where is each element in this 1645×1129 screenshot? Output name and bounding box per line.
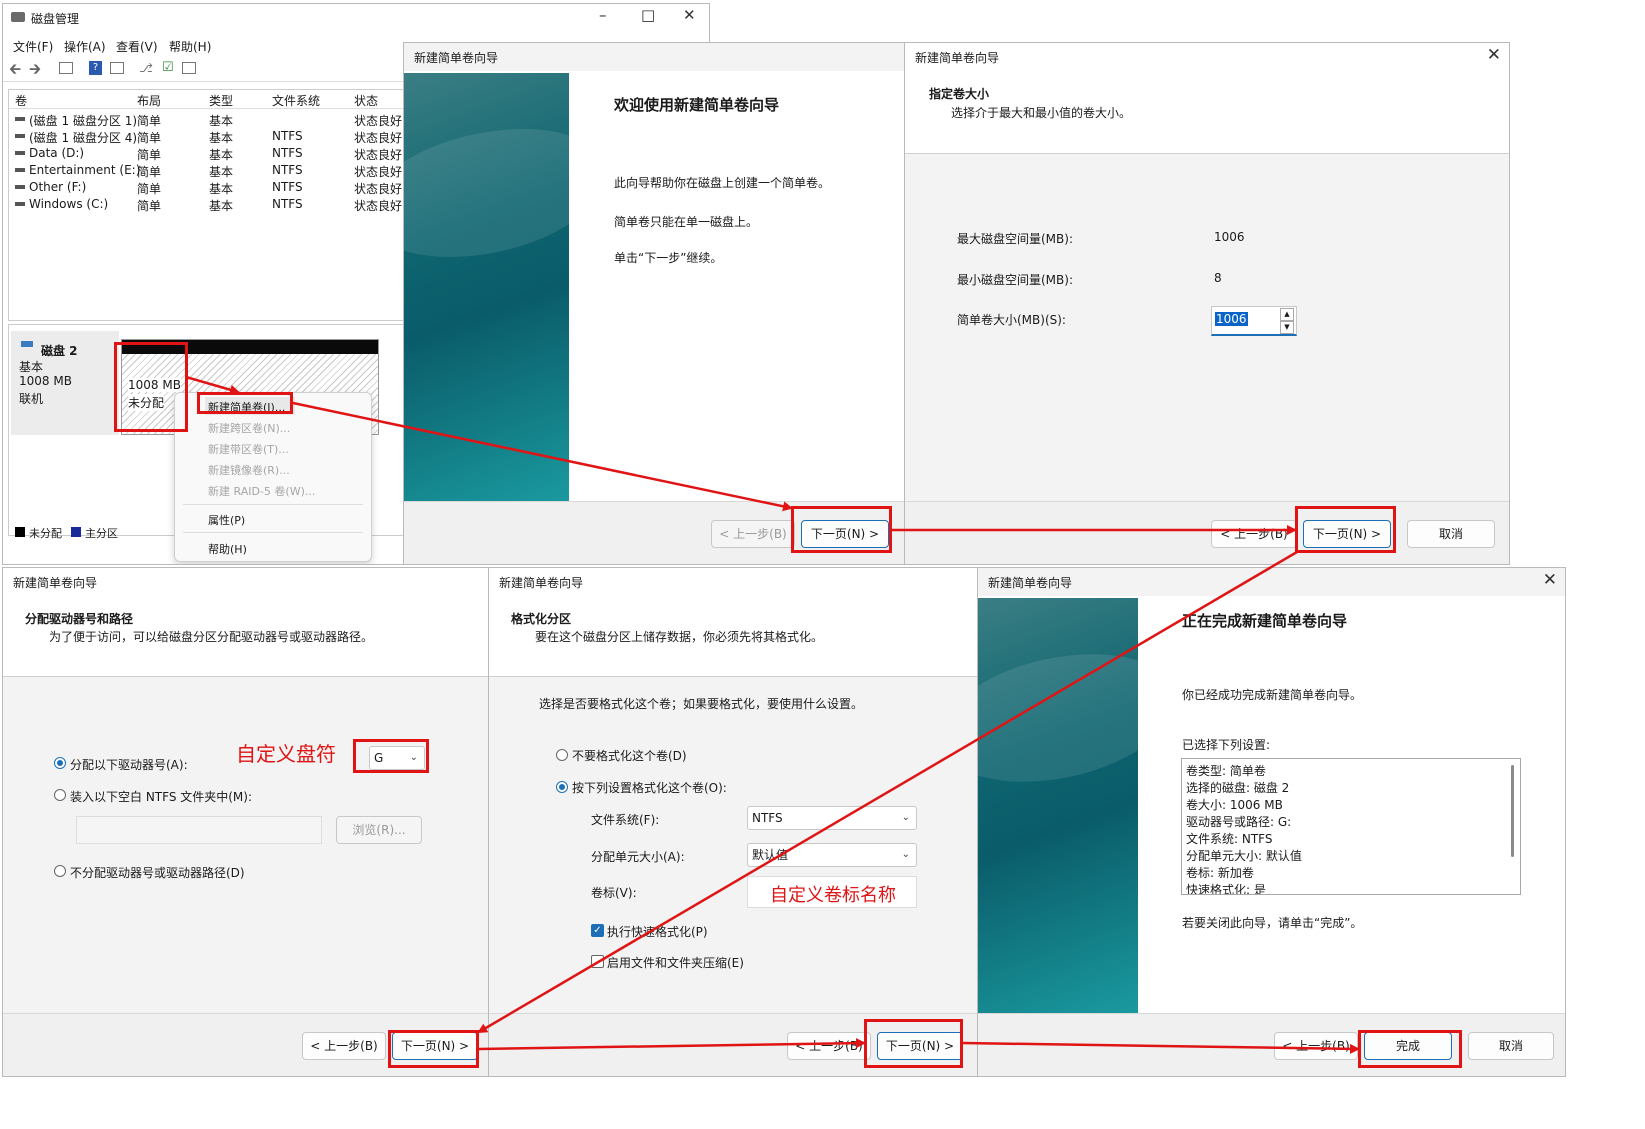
flow-arrows bbox=[185, 375, 1360, 1054]
arrow-format-to-finish bbox=[962, 1041, 1360, 1054]
arrow-size-to-drive-next bbox=[477, 550, 1298, 1034]
arrow-menu-to-welcome-next bbox=[292, 401, 793, 512]
arrow-partition-to-menu bbox=[185, 375, 240, 395]
arrow-drive-to-format-next bbox=[478, 1038, 866, 1051]
